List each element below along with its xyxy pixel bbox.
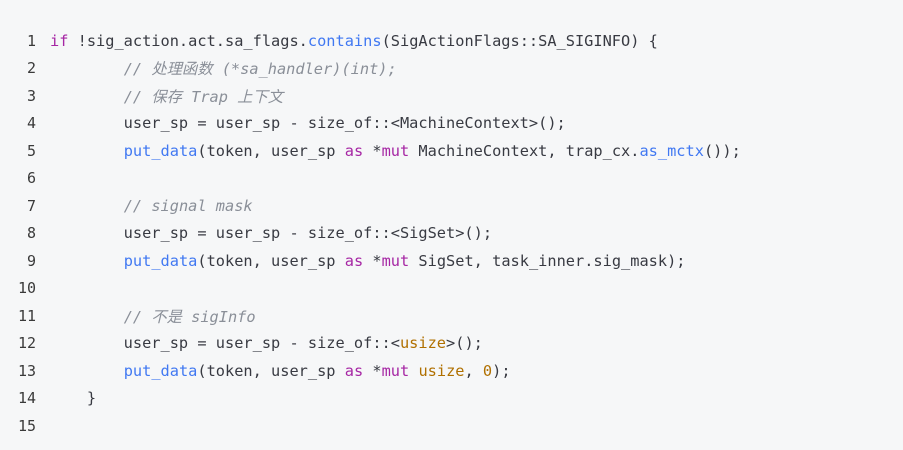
line-number: 5 (26, 141, 36, 160)
code-line: 12 user_sp = user_sp - size_of::<usize>(… (0, 330, 903, 358)
comment-token: // 不是 sigInfo (123, 307, 256, 326)
code-line: 9 put_data(token, user_sp as *mut SigSet… (0, 247, 903, 275)
line-number: 4 (26, 114, 36, 133)
code-text: if !sig_action.act.sa_flags.contains(Sig… (50, 32, 903, 50)
line-number: 12 (17, 334, 36, 353)
code-line: 8 user_sp = user_sp - size_of::<SigSet>(… (0, 220, 903, 248)
code-text: put_data(token, user_sp as *mut MachineC… (50, 142, 903, 160)
code-token: * (363, 251, 382, 270)
code-text: user_sp = user_sp - size_of::<usize>(); (50, 334, 903, 352)
code-line: 3 // 保存 Trap 上下文 (0, 82, 903, 110)
code-token: } (50, 389, 97, 408)
number-token: 0 (482, 361, 493, 380)
line-number: 14 (17, 389, 36, 408)
type-token: usize (418, 361, 465, 380)
keyword-token: mut (381, 251, 410, 270)
code-line: 14 } (0, 385, 903, 413)
comment-token: // signal mask (123, 196, 253, 215)
code-line: 11 // 不是 sigInfo (0, 302, 903, 330)
code-token: user_sp = user_sp - size_of::<SigSet>(); (50, 224, 493, 243)
code-line: 7 // signal mask (0, 192, 903, 220)
comment-token: // 保存 Trap 上下文 (123, 87, 284, 106)
code-token: user_sp = user_sp - size_of::< (50, 334, 400, 353)
code-token: !sig_action.act.sa_flags. (68, 31, 308, 50)
line-number: 10 (17, 279, 36, 298)
function-token: put_data (123, 251, 198, 270)
code-token: ()); (703, 141, 741, 160)
code-token: (SigActionFlags::SA_SIGINFO) { (381, 31, 658, 50)
line-number: 13 (17, 361, 36, 380)
comment-token: // 处理函数 (*sa_handler)(int); (123, 60, 397, 79)
code-token: * (363, 361, 382, 380)
code-line: 15 (0, 412, 903, 440)
line-number: 6 (26, 169, 36, 188)
line-number: 1 (26, 31, 36, 50)
code-line: 10 (0, 275, 903, 303)
code-text: } (50, 389, 903, 407)
code-token: MachineContext, trap_cx. (409, 141, 640, 160)
keyword-token: mut (381, 361, 410, 380)
keyword-token: as (344, 251, 364, 270)
function-token: put_data (123, 141, 198, 160)
code-line: 6 (0, 165, 903, 193)
line-number: 3 (26, 86, 36, 105)
keyword-token: as (344, 361, 364, 380)
function-token: put_data (123, 361, 198, 380)
line-number: 7 (26, 196, 36, 215)
code-token: user_sp = user_sp - size_of::<MachineCon… (50, 114, 566, 133)
function-token: contains (307, 31, 382, 50)
keyword-token: as (344, 141, 364, 160)
code-token: * (363, 141, 382, 160)
function-token: as_mctx (639, 141, 704, 160)
keyword-token: if (50, 31, 69, 50)
code-text: put_data(token, user_sp as *mut usize, 0… (50, 362, 903, 380)
code-line: 13 put_data(token, user_sp as *mut usize… (0, 357, 903, 385)
code-line: 1 if !sig_action.act.sa_flags.contains(Si… (0, 27, 903, 55)
code-token: , (464, 361, 483, 380)
code-text: // 处理函数 (*sa_handler)(int); (50, 57, 903, 79)
code-text: put_data(token, user_sp as *mut SigSet, … (50, 252, 903, 270)
code-block: 1 if !sig_action.act.sa_flags.contains(Si… (0, 0, 903, 450)
keyword-token: mut (381, 141, 410, 160)
code-line: 2 // 处理函数 (*sa_handler)(int); (0, 55, 903, 83)
code-token: (token, user_sp (197, 141, 345, 160)
line-number: 2 (26, 59, 36, 78)
code-text: user_sp = user_sp - size_of::<SigSet>(); (50, 224, 903, 242)
code-text: // signal mask (50, 197, 903, 215)
code-token: ); (492, 361, 511, 380)
code-token: (token, user_sp (197, 251, 345, 270)
code-token: (token, user_sp (197, 361, 345, 380)
line-number: 9 (26, 251, 36, 270)
line-number: 8 (26, 224, 36, 243)
code-text: // 保存 Trap 上下文 (50, 85, 903, 107)
code-line: 4 user_sp = user_sp - size_of::<MachineC… (0, 110, 903, 138)
type-token: usize (399, 334, 447, 353)
code-text: // 不是 sigInfo (50, 305, 903, 327)
code-token: >(); (446, 334, 483, 353)
line-number: 11 (17, 306, 36, 325)
line-number: 15 (17, 416, 36, 435)
code-text: user_sp = user_sp - size_of::<MachineCon… (50, 114, 903, 132)
code-token: SigSet, task_inner.sig_mask); (409, 251, 686, 270)
code-line: 5 put_data(token, user_sp as *mut Machin… (0, 137, 903, 165)
